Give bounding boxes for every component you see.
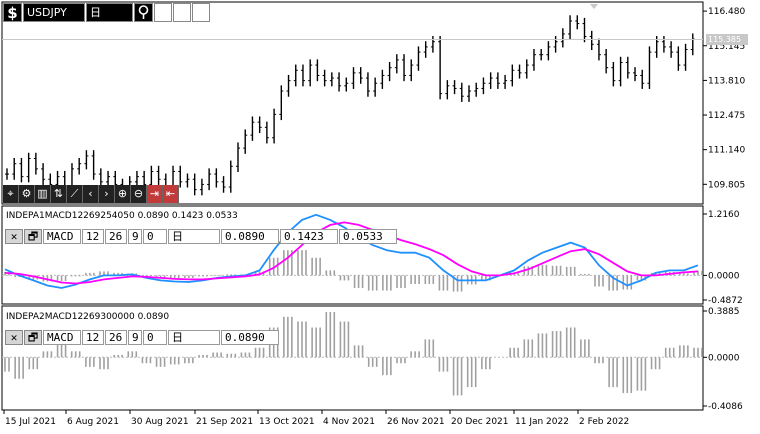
indicator1-macd-line: [4, 213, 699, 289]
symbol-icon[interactable]: $: [3, 3, 22, 22]
panel-border-1: [1, 1, 704, 205]
indicator1-value-macd: 0.0890: [221, 228, 279, 244]
indicator1-axis-label: -0.4872: [708, 296, 743, 306]
price-axis-label: 111.140: [708, 146, 745, 156]
close-icon[interactable]: ✕: [5, 228, 23, 244]
time-axis-label: 21 Sep 2021: [196, 417, 253, 427]
indicator1-param-shift[interactable]: 0: [143, 228, 167, 244]
empty-slot-3[interactable]: [192, 3, 210, 22]
indicator2-timeframe[interactable]: 日: [168, 329, 220, 345]
empty-slot-2[interactable]: [173, 3, 191, 22]
time-axis-label: 11 Jan 2022: [515, 417, 569, 427]
time-axis-label: 4 Nov 2021: [323, 417, 375, 427]
indicator2-param-shift[interactable]: 0: [143, 329, 167, 345]
indicator1-axis-label: 0.0000: [708, 271, 740, 281]
indicator1-controls: ✕ 🗗 MACD 12 26 9 0 日 0.0890 0.1423 0.053…: [5, 228, 398, 244]
indicator2-axis-label: 0.3885: [708, 307, 740, 317]
symbol-selector[interactable]: USDJPY: [23, 3, 85, 22]
indicator2-value: 0.0890: [221, 329, 279, 345]
indicator1-value-signal: 0.1423: [280, 228, 338, 244]
indicator1-value-hist: 0.0533: [339, 228, 397, 244]
indicator1-param-signal[interactable]: 9: [128, 228, 142, 244]
empty-slot-1[interactable]: [154, 3, 172, 22]
crosshair-icon[interactable]: ⌖: [3, 185, 19, 203]
indicator2-name[interactable]: MACD: [43, 329, 81, 345]
gear-icon[interactable]: ⚙: [19, 185, 35, 203]
price-axis-label: 113.810: [708, 76, 745, 86]
price-axis-label: 109.805: [708, 180, 745, 190]
indicator2-axis-label: -0.4086: [708, 402, 743, 412]
time-axis-label: 26 Nov 2021: [387, 417, 445, 427]
indicator2-param-fast[interactable]: 12: [82, 329, 104, 345]
indicator2-title: INDEPA2MACD12269300000 0.0890: [6, 312, 170, 322]
indicator2-axis-label: 0.0000: [708, 353, 740, 363]
window-icon[interactable]: 🗗: [24, 329, 42, 345]
indicator1-name[interactable]: MACD: [43, 228, 81, 244]
scroll-right-icon[interactable]: ›: [99, 185, 115, 203]
time-axis-label: 20 Dec 2021: [451, 417, 509, 427]
time-axis-label: 30 Aug 2021: [131, 417, 189, 427]
zoom-in-icon[interactable]: ⊕: [115, 185, 131, 203]
indicator1-timeframe[interactable]: 日: [168, 228, 220, 244]
indicator1-param-slow[interactable]: 26: [105, 228, 127, 244]
arrow-in-icon[interactable]: ⇥: [147, 185, 163, 203]
time-axis-label: 15 Jul 2021: [5, 417, 56, 427]
arrow-out-icon[interactable]: ⇤: [163, 185, 179, 203]
indicator2-param-signal[interactable]: 9: [128, 329, 142, 345]
time-axis-label: 6 Aug 2021: [67, 417, 119, 427]
price-axis-label: 112.475: [708, 111, 745, 121]
bar-chart-icon[interactable]: ▥: [35, 185, 51, 203]
window-icon[interactable]: 🗗: [24, 228, 42, 244]
indicator1-param-fast[interactable]: 12: [82, 228, 104, 244]
sort-icon[interactable]: ⇅: [51, 185, 67, 203]
draw-line-icon[interactable]: ⟋: [67, 185, 83, 203]
scroll-marker-icon: [590, 4, 598, 9]
scroll-left-icon[interactable]: ‹: [83, 185, 99, 203]
timeframe-selector[interactable]: 日: [86, 3, 133, 22]
time-axis-label: 13 Oct 2021: [259, 417, 315, 427]
zoom-out-icon[interactable]: ⊖: [131, 185, 147, 203]
indicator2-param-slow[interactable]: 26: [105, 329, 127, 345]
price-axis-label: 116.480: [708, 7, 745, 17]
indicator1-title: INDEPA1MACD12269254050 0.0890 0.1423 0.0…: [6, 211, 238, 221]
map-pin-icon[interactable]: [134, 3, 153, 22]
indicator1-axis-label: 1.2160: [708, 210, 740, 220]
close-icon[interactable]: ✕: [5, 329, 23, 345]
indicator2-controls: ✕ 🗗 MACD 12 26 9 0 日 0.0890: [5, 329, 280, 345]
time-axis-label: 2 Feb 2022: [579, 417, 629, 427]
current-price-badge: 115.385: [706, 34, 748, 45]
